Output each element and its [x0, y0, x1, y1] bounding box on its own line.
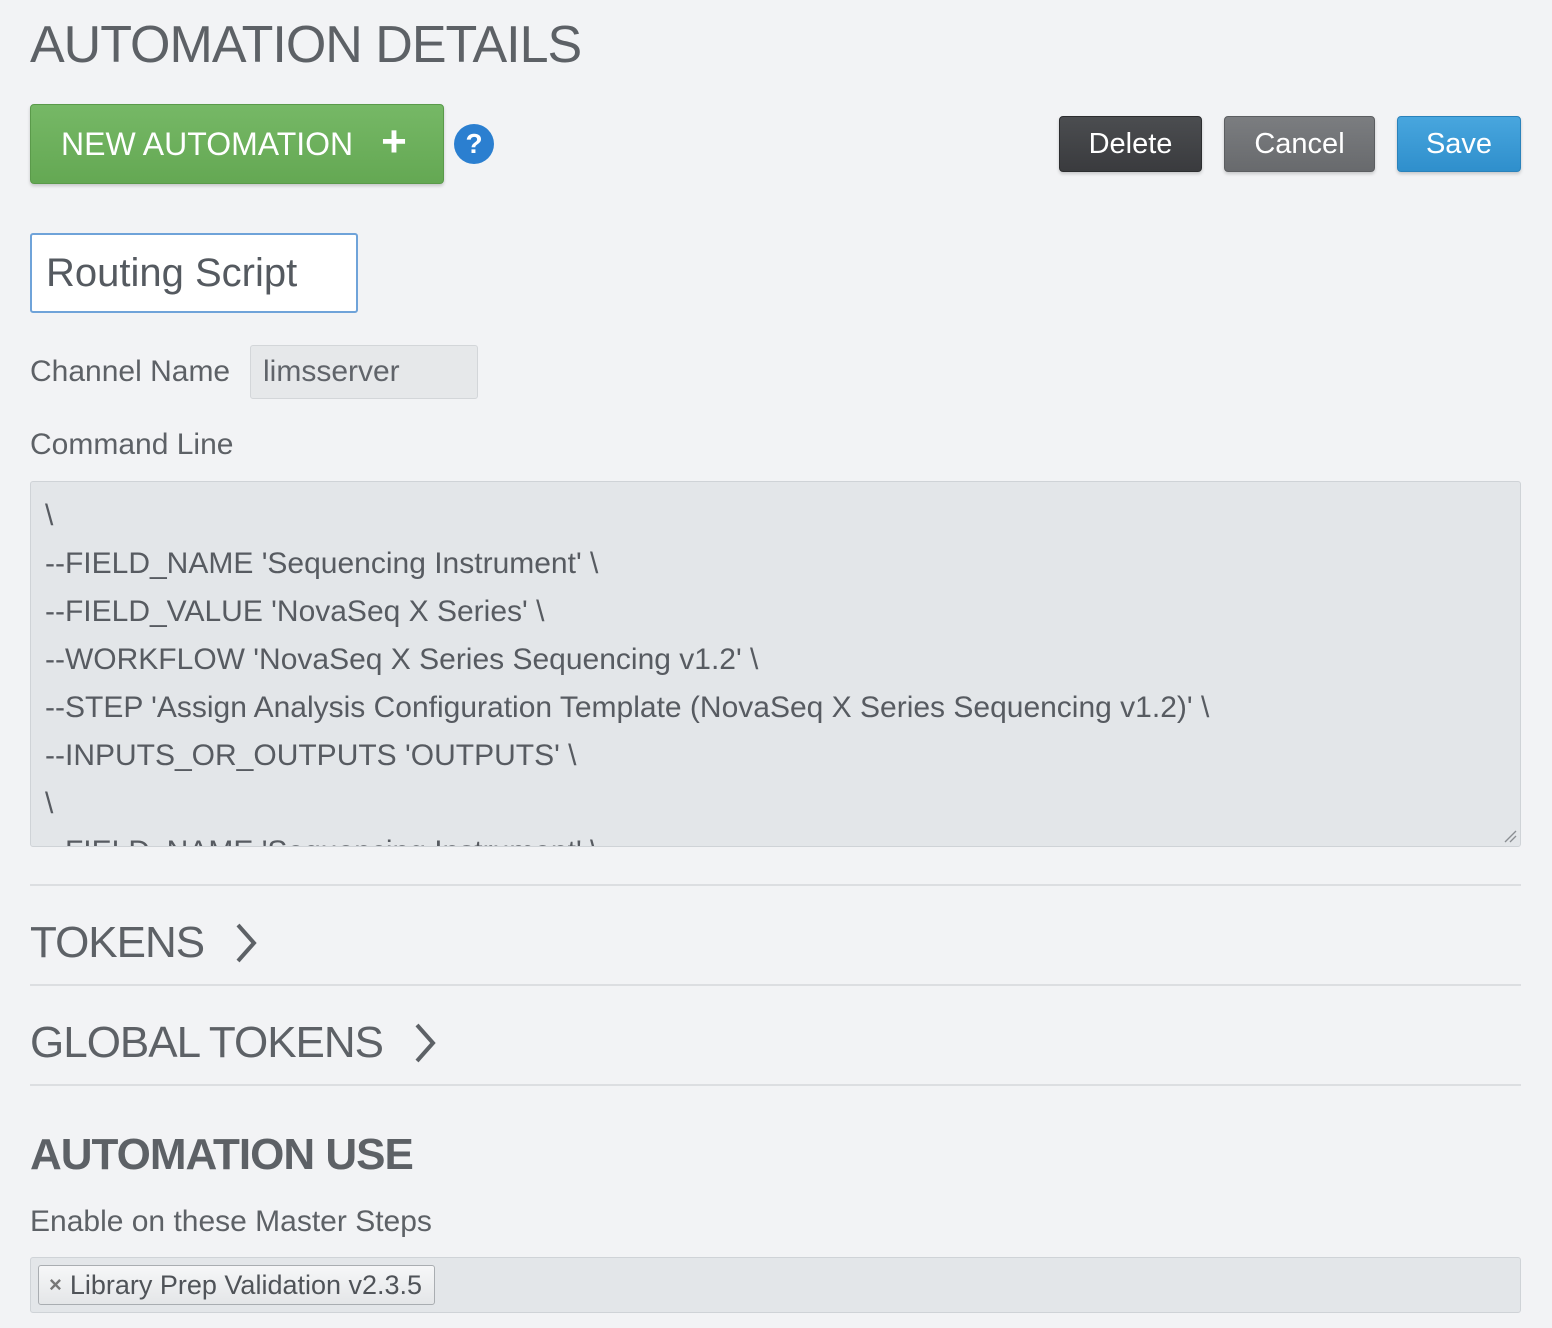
command-line-row: \ [45, 499, 54, 532]
global-tokens-title: GLOBAL TOKENS [30, 1018, 384, 1067]
question-icon[interactable]: ? [454, 124, 494, 164]
master-step-chip: × Library Prep Validation v2.3.5 [38, 1265, 436, 1305]
chevron-right-icon [236, 923, 257, 963]
plus-icon: + [381, 117, 407, 166]
command-line-row: --FIELD_NAME 'Sequencing Instrument' \ [45, 828, 1506, 846]
tokens-title: TOKENS [30, 918, 205, 967]
command-line-label: Command Line [30, 428, 234, 461]
master-steps-label: Enable on these Master Steps [30, 1205, 432, 1238]
save-button[interactable]: Save [1397, 116, 1521, 172]
command-line-row: --WORKFLOW 'NovaSeq X Series Sequencing … [45, 643, 759, 676]
master-step-chip-label: Library Prep Validation v2.3.5 [69, 1269, 423, 1300]
automation-use-title: AUTOMATION USE [30, 1130, 414, 1179]
channel-name-input[interactable] [250, 345, 478, 399]
tokens-section-toggle[interactable]: TOKENS [30, 918, 258, 968]
automation-details-page: AUTOMATION DETAILS NEW AUTOMATION + ? De… [0, 0, 1552, 1328]
section-divider [30, 984, 1521, 986]
master-steps-multiselect[interactable]: × Library Prep Validation v2.3.5 [30, 1257, 1521, 1313]
command-line-row: --FIELD_NAME 'Sequencing Instrument' \ [45, 547, 599, 580]
global-tokens-section-toggle[interactable]: GLOBAL TOKENS [30, 1018, 437, 1068]
command-line-row: --INPUTS_OR_OUTPUTS 'OUTPUTS' \ [45, 739, 577, 772]
new-automation-button[interactable]: NEW AUTOMATION + [30, 104, 444, 184]
page-title: AUTOMATION DETAILS [30, 16, 582, 74]
channel-name-label: Channel Name [30, 355, 231, 388]
command-line-row: --FIELD_VALUE 'NovaSeq X Series' \ [45, 595, 545, 628]
command-line-row: \ [45, 787, 54, 820]
resize-handle-icon[interactable] [1503, 829, 1517, 843]
command-line-textarea[interactable]: \ --FIELD_NAME 'Sequencing Instrument' \… [30, 481, 1521, 847]
section-divider [30, 884, 1521, 886]
chevron-right-icon [415, 1023, 436, 1063]
automation-name-input[interactable] [30, 233, 358, 313]
cancel-button[interactable]: Cancel [1224, 116, 1375, 172]
remove-icon[interactable]: × [49, 1272, 62, 1298]
command-line-row: --STEP 'Assign Analysis Configuration Te… [45, 691, 1210, 724]
section-divider [30, 1084, 1521, 1086]
delete-button[interactable]: Delete [1059, 116, 1202, 172]
new-automation-label: NEW AUTOMATION [61, 125, 354, 162]
